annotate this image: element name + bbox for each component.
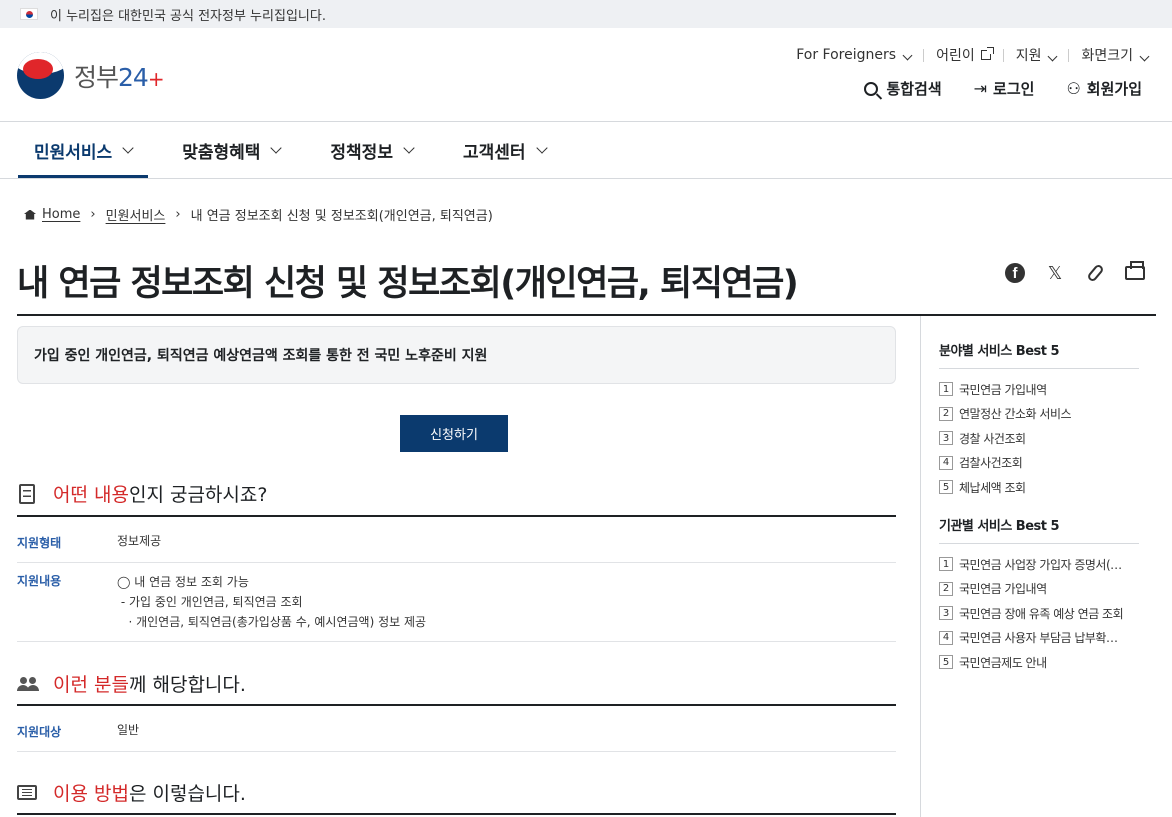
for-foreigners-menu[interactable]: For Foreigners <box>796 47 913 63</box>
service-summary: 가입 중인 개인연금, 퇴직연금 예상연금액 조회를 통한 전 국민 노후준비 … <box>17 326 896 384</box>
agency-best-item[interactable]: 2 국민연금 가입내역 <box>939 577 1139 602</box>
clip-icon <box>1085 263 1105 283</box>
page-title: 내 연금 정보조회 신청 및 정보조회(개인연금, 퇴직연금) <box>17 264 799 304</box>
logo-text: 정부24+ <box>74 62 165 92</box>
logo-emblem-icon <box>17 52 64 99</box>
main-nav: 민원서비스 맞춤형혜택 정책정보 고객센터 <box>18 122 580 178</box>
agency-best-item[interactable]: 1 국민연금 사업장 가입자 증명서(… <box>939 552 1139 577</box>
section-what-heading: 어떤 내용 인지 궁금하시죠? <box>17 480 267 507</box>
search-icon <box>864 81 879 96</box>
print-icon <box>1125 261 1145 280</box>
gov-notice-text: 이 누리집은 대한민국 공식 전자정부 누리집입니다. <box>50 8 326 24</box>
agency-best-item[interactable]: 3 국민연금 장애 유족 예상 연금 조회 <box>939 601 1139 626</box>
section-who-heading: 이런 분들 께 해당합니다. <box>17 670 246 697</box>
kids-link[interactable]: 어린이 <box>936 45 994 65</box>
share-tools: f 𝕏 <box>986 261 1146 284</box>
chevron-down-icon <box>122 142 134 154</box>
nav-item-civil-service[interactable]: 민원서비스 <box>18 122 149 178</box>
facebook-share-button[interactable]: f <box>1004 262 1026 284</box>
field-best-title: 분야별 서비스 Best 5 <box>939 340 1139 369</box>
field-best-item[interactable]: 1 국민연금 가입내역 <box>939 377 1139 402</box>
chevron-down-icon <box>270 142 283 154</box>
breadcrumb-home[interactable]: Home <box>42 207 80 222</box>
external-link-icon <box>980 47 994 60</box>
chevron-down-icon <box>902 50 913 61</box>
nav-item-policy[interactable]: 정책정보 <box>314 122 429 178</box>
document-icon <box>19 483 35 504</box>
utility-menu: For Foreigners 어린이 지원 화면크기 <box>796 45 1150 65</box>
people-icon <box>17 676 37 691</box>
x-icon: 𝕏 <box>1047 262 1063 284</box>
signup-button[interactable]: ⚇ 회원가입 <box>1066 78 1142 99</box>
site-logo[interactable]: 정부24+ <box>17 52 165 99</box>
section-how-heading: 이용 방법 은 이렇습니다. <box>17 779 246 806</box>
login-button[interactable]: ⇥ 로그인 <box>974 78 1035 99</box>
facebook-icon: f <box>1005 263 1025 283</box>
search-button[interactable]: 통합검색 <box>864 78 942 99</box>
field-best-item[interactable]: 5 체납세액 조회 <box>939 475 1139 500</box>
screen-icon <box>17 785 37 800</box>
agency-best-panel: 기관별 서비스 Best 5 1 국민연금 사업장 가입자 증명서(… 2 국민연금… <box>939 515 1139 675</box>
gov-notice-bar: 이 누리집은 대한민국 공식 전자정부 누리집입니다. <box>0 0 1172 28</box>
header-actions: 통합검색 ⇥ 로그인 ⚇ 회원가입 <box>832 78 1142 99</box>
field-best-panel: 분야별 서비스 Best 5 1 국민연금 가입내역 2 연말정산 간소화 서비스 … <box>939 340 1139 500</box>
chevron-down-icon <box>1139 51 1150 62</box>
agency-best-item[interactable]: 5 국민연금제도 안내 <box>939 650 1139 675</box>
user-add-icon: ⚇ <box>1066 79 1081 98</box>
field-best-item[interactable]: 2 연말정산 간소화 서비스 <box>939 402 1139 427</box>
row-support-target: 지원대상 일반 <box>17 706 896 752</box>
row-support-content: 지원내용 ◯ 내 연금 정보 조회 가능 - 가입 중인 개인연금, 퇴직연금 … <box>17 563 896 642</box>
field-best-item[interactable]: 4 검찰사건조회 <box>939 451 1139 476</box>
chevron-down-icon <box>1048 51 1058 62</box>
flag-icon <box>20 8 38 20</box>
copy-link-button[interactable] <box>1084 262 1106 284</box>
chevron-down-icon <box>535 142 548 154</box>
nav-item-support-center[interactable]: 고객센터 <box>447 122 562 178</box>
home-icon <box>24 209 36 220</box>
zoom-menu[interactable]: 화면크기 <box>1081 45 1150 65</box>
apply-button[interactable]: 신청하기 <box>400 415 508 452</box>
breadcrumb-current: 내 연금 정보조회 신청 및 정보조회(개인연금, 퇴직연금) <box>190 209 493 224</box>
agency-best-item[interactable]: 4 국민연금 사용자 부담금 납부확… <box>939 626 1139 651</box>
agency-best-title: 기관별 서비스 Best 5 <box>939 515 1139 544</box>
breadcrumb: Home › 민원서비스 › 내 연금 정보조회 신청 및 정보조회(개인연금,… <box>24 205 493 224</box>
print-button[interactable] <box>1124 261 1146 284</box>
login-icon: ⇥ <box>973 79 988 98</box>
breadcrumb-civil-service[interactable]: 민원서비스 <box>106 205 166 224</box>
support-menu[interactable]: 지원 <box>1016 45 1058 65</box>
row-support-type: 지원형태 정보제공 <box>17 517 896 563</box>
x-share-button[interactable]: 𝕏 <box>1044 262 1066 284</box>
nav-item-benefits[interactable]: 맞춤형혜택 <box>166 122 296 178</box>
field-best-item[interactable]: 3 경찰 사건조회 <box>939 426 1139 451</box>
chevron-down-icon <box>403 142 415 154</box>
